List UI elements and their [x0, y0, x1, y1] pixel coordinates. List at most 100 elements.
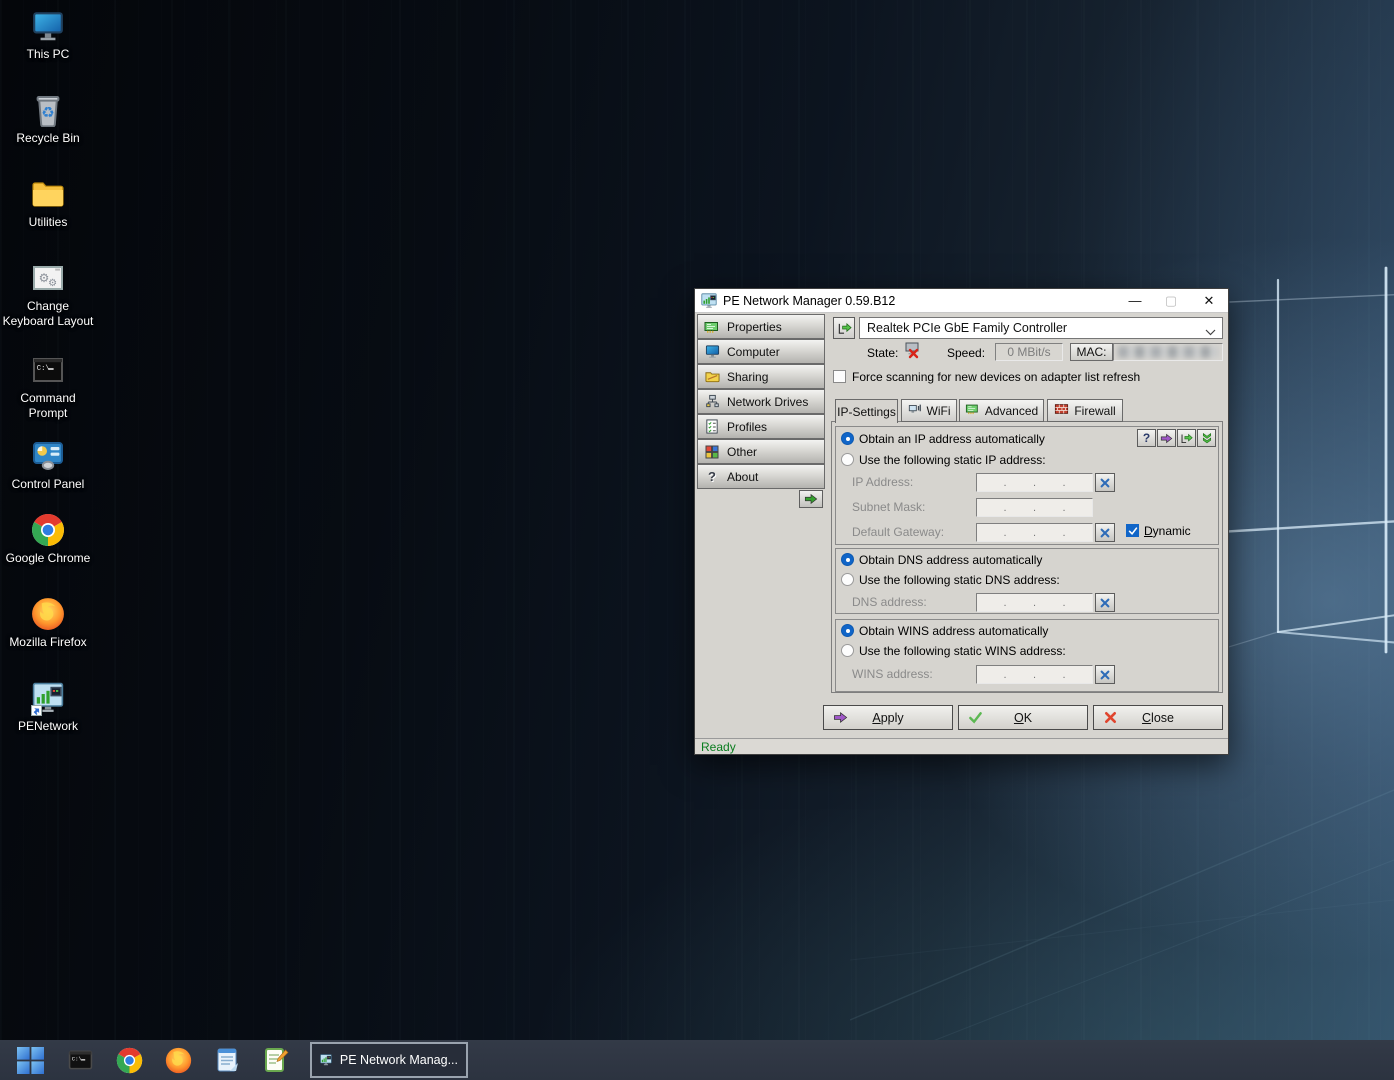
windows-start-icon: [17, 1047, 44, 1074]
pe-network-manager-window: PE Network Manager 0.59.B12 — ▢ ✕ Proper…: [694, 288, 1229, 755]
refresh-adapters-button[interactable]: [833, 317, 855, 339]
adapter-selected-value: Realtek PCIe GbE Family Controller: [867, 321, 1067, 335]
speed-label: Speed:: [947, 346, 985, 360]
firewall-bricks-icon: [1054, 402, 1069, 419]
sidebar-item-sharing[interactable]: Sharing: [697, 364, 825, 389]
dynamic-checkbox[interactable]: [1126, 524, 1139, 537]
maximize-button: ▢: [1154, 289, 1188, 312]
minimize-button[interactable]: —: [1118, 289, 1152, 312]
desktop-icon-penetwork[interactable]: PENetwork: [2, 680, 94, 734]
profiles-document-icon: [704, 419, 720, 435]
sidebar-item-other[interactable]: Other: [697, 439, 825, 464]
shortcut-arrow-icon: [31, 705, 42, 716]
recycle-bin-icon: ♻: [30, 92, 66, 128]
keyboard-settings-icon: ⚙ ⚙: [30, 260, 66, 296]
close-action-button[interactable]: Close: [1093, 705, 1223, 730]
radio-static-wins[interactable]: [841, 644, 854, 657]
help-button[interactable]: ?: [1137, 429, 1156, 447]
obtain-dns-auto-label: Obtain DNS address automatically: [859, 553, 1042, 567]
tab-advanced[interactable]: Advanced: [959, 399, 1044, 422]
ok-button[interactable]: OK: [958, 705, 1088, 730]
close-x-icon: [1103, 710, 1118, 725]
folder-icon: [30, 176, 66, 212]
sidebar-item-network-drives[interactable]: Network Drives: [697, 389, 825, 414]
tab-ip-settings[interactable]: IP-Settings: [835, 399, 898, 423]
sidebar-item-computer[interactable]: Computer: [697, 339, 825, 364]
ok-check-icon: [968, 710, 983, 725]
penetwork-icon: [30, 680, 66, 716]
notepad-plus-plus-icon: [263, 1047, 289, 1073]
radio-obtain-ip-auto[interactable]: [841, 432, 854, 445]
speed-value: 0 MBit/s: [995, 343, 1063, 361]
start-button[interactable]: [8, 1040, 52, 1080]
taskbar-task-pe-network-manager[interactable]: PE Network Manag...: [310, 1042, 468, 1078]
clear-dns-button[interactable]: [1095, 593, 1115, 612]
clear-ip-button[interactable]: [1095, 473, 1115, 492]
penetwork-icon: [320, 1049, 332, 1071]
subnet-mask-field[interactable]: ...: [976, 498, 1093, 517]
tab-firewall[interactable]: Firewall: [1047, 399, 1123, 422]
mac-button[interactable]: MAC:: [1070, 343, 1113, 361]
close-button[interactable]: ✕: [1192, 289, 1226, 312]
taskbar-notepad[interactable]: [205, 1040, 249, 1080]
desktop-icon-label: Google Chrome: [2, 551, 94, 566]
tab-wifi[interactable]: WiFi: [901, 399, 957, 422]
chrome-icon: [116, 1047, 143, 1074]
desktop-icon-google-chrome[interactable]: Google Chrome: [2, 512, 94, 566]
reload-ip-button[interactable]: [1177, 429, 1196, 447]
desktop-icon-command-prompt[interactable]: C:\ Command Prompt: [2, 352, 94, 421]
desktop-icon-change-keyboard-layout[interactable]: ⚙ ⚙ Change Keyboard Layout: [2, 260, 94, 329]
dns-address-field[interactable]: ...: [976, 593, 1093, 612]
wins-address-field[interactable]: ...: [976, 665, 1093, 684]
expand-all-button[interactable]: [1197, 429, 1216, 447]
taskbar: C:\ PE Netw: [0, 1040, 1394, 1080]
this-pc-icon: [30, 8, 66, 44]
desktop-icon-mozilla-firefox[interactable]: Mozilla Firefox: [2, 596, 94, 650]
apply-button[interactable]: Apply: [823, 705, 953, 730]
radio-obtain-wins-auto[interactable]: [841, 624, 854, 637]
default-gateway-label: Default Gateway:: [852, 525, 944, 539]
desktop-icon-label: Mozilla Firefox: [2, 635, 94, 650]
taskbar-notepad-plus-plus[interactable]: [254, 1040, 298, 1080]
subnet-mask-label: Subnet Mask:: [852, 500, 925, 514]
taskbar-firefox[interactable]: [156, 1040, 200, 1080]
firefox-icon: [30, 596, 66, 632]
force-scan-checkbox[interactable]: [833, 370, 846, 383]
taskbar-chrome[interactable]: [107, 1040, 151, 1080]
desktop-icon-recycle-bin[interactable]: ♻ Recycle Bin: [2, 92, 94, 146]
force-scan-label: Force scanning for new devices on adapte…: [852, 370, 1140, 384]
sidebar-item-about[interactable]: ? About: [697, 464, 825, 489]
desktop-icon-this-pc[interactable]: This PC: [2, 8, 94, 62]
desktop-icon-utilities[interactable]: Utilities: [2, 176, 94, 230]
svg-text:♻: ♻: [41, 104, 54, 121]
clear-wins-button[interactable]: [1095, 665, 1115, 684]
obtain-wins-auto-label: Obtain WINS address automatically: [859, 624, 1048, 638]
double-chevron-down-icon: [1201, 432, 1213, 444]
chevron-down-icon: [1205, 325, 1216, 339]
app-icon: [701, 293, 717, 309]
task-label: PE Network Manag...: [340, 1053, 458, 1067]
desktop-icon-label: This PC: [2, 47, 94, 62]
default-gateway-field[interactable]: ...: [976, 523, 1093, 542]
apply-ip-button[interactable]: [1157, 429, 1176, 447]
apply-arrow-icon: [833, 710, 848, 725]
svg-text:C:\: C:\: [37, 365, 50, 373]
desktop-icon-label: PENetwork: [2, 719, 94, 734]
obtain-ip-auto-label: Obtain an IP address automatically: [859, 432, 1045, 446]
close-icon: ✕: [1204, 293, 1215, 309]
purple-arrow-icon: [1160, 432, 1173, 445]
clear-gateway-button[interactable]: [1095, 523, 1115, 542]
radio-static-dns[interactable]: [841, 573, 854, 586]
sidebar-item-properties[interactable]: Properties: [697, 314, 825, 339]
ip-address-field[interactable]: ...: [976, 473, 1093, 492]
terminal-icon: C:\: [30, 352, 66, 388]
radio-static-ip[interactable]: [841, 453, 854, 466]
ip-address-label: IP Address:: [852, 475, 913, 489]
desktop-icon-control-panel[interactable]: Control Panel: [2, 438, 94, 492]
desktop-icon-label: Utilities: [2, 215, 94, 230]
sidebar-collapse-button[interactable]: [799, 490, 823, 508]
radio-obtain-dns-auto[interactable]: [841, 553, 854, 566]
taskbar-command-prompt[interactable]: C:\: [58, 1040, 102, 1080]
adapter-select[interactable]: Realtek PCIe GbE Family Controller: [859, 317, 1223, 339]
sidebar-item-profiles[interactable]: Profiles: [697, 414, 825, 439]
